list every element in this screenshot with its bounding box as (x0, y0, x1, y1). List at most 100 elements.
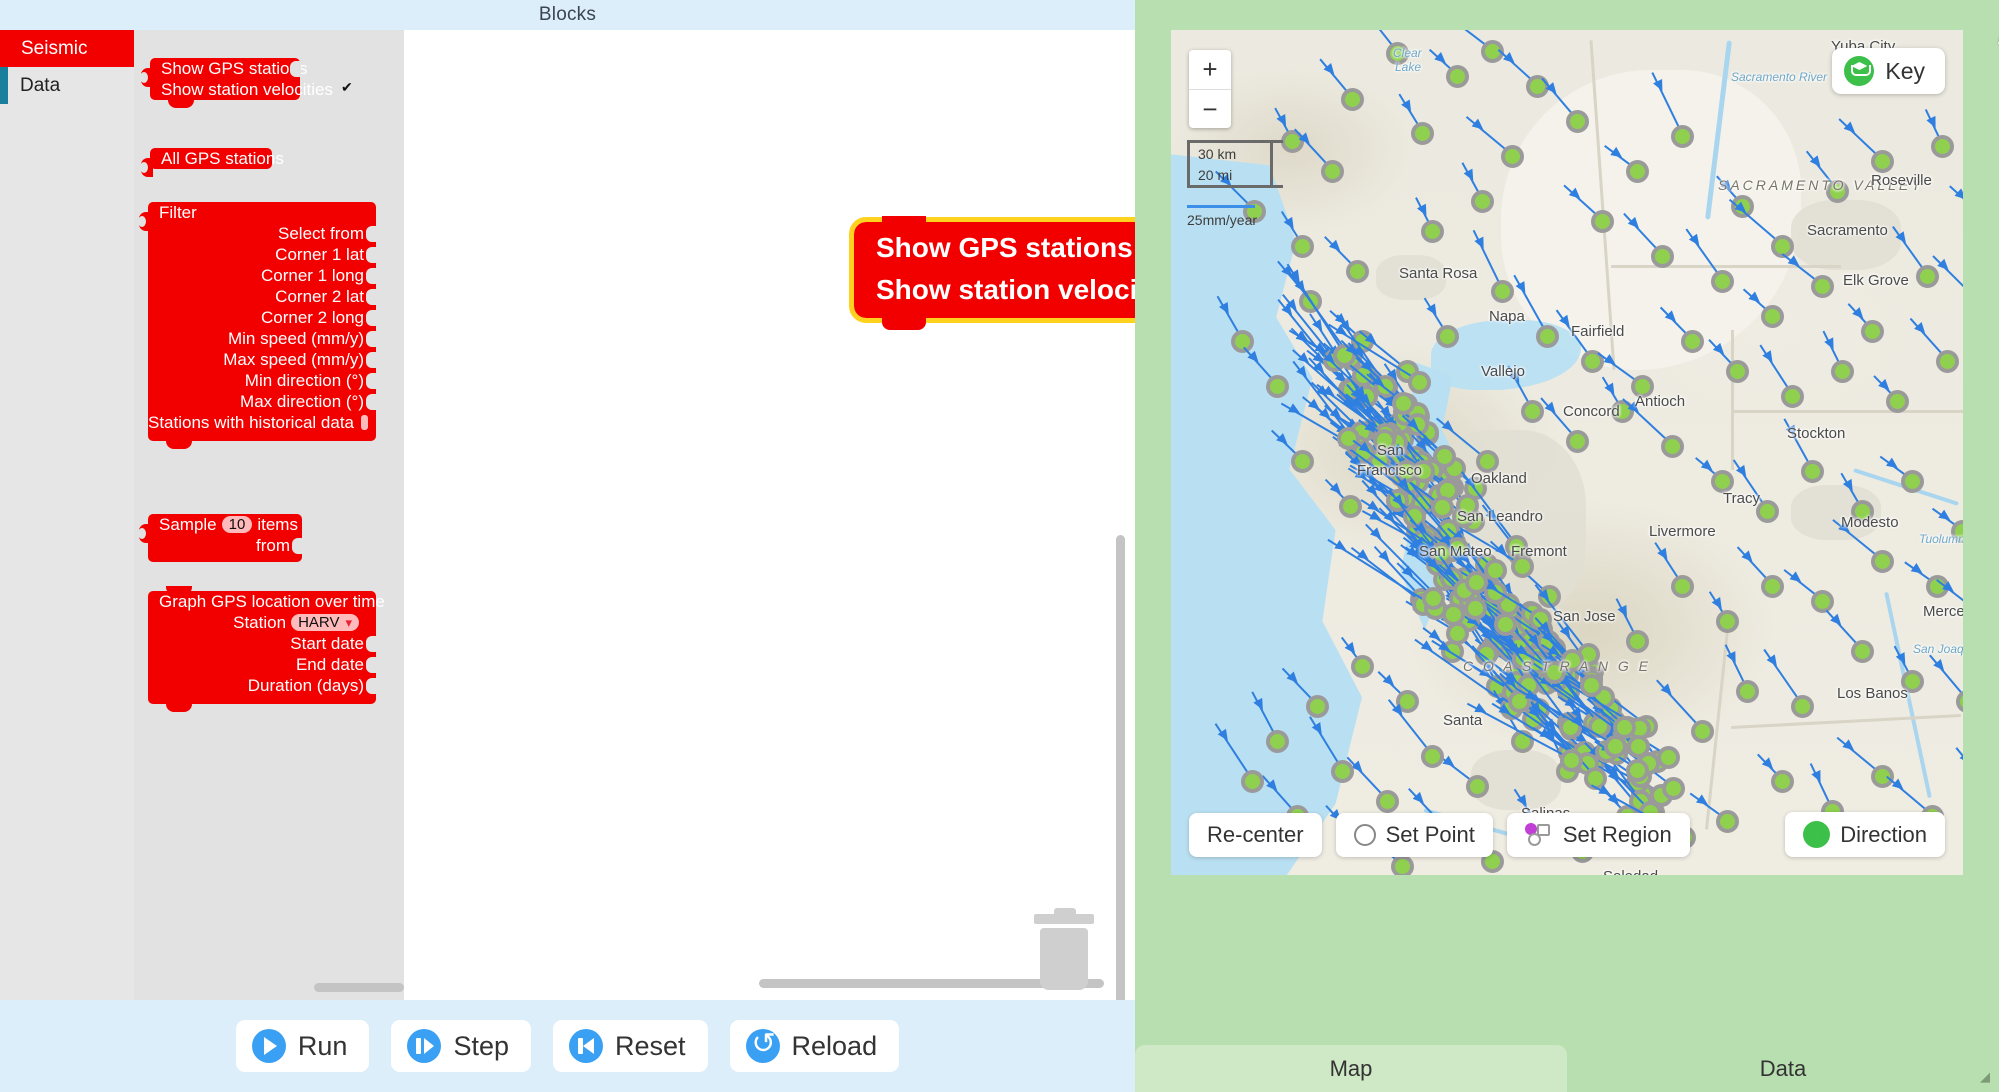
gps-station-marker[interactable] (1851, 640, 1874, 663)
palette-block-graph-gps-location[interactable]: Graph GPS location over time Station HAR… (148, 586, 385, 712)
gps-station-marker[interactable] (1408, 371, 1431, 394)
gps-station-marker[interactable] (1931, 135, 1954, 158)
map-zoom-controls[interactable]: + − (1189, 50, 1231, 128)
resize-grip-icon[interactable]: ◢ (1980, 1070, 1996, 1089)
gps-station-marker[interactable] (1936, 350, 1959, 373)
map-frame[interactable]: Yuba City Clear Lake Sacramento River SACRAM… (1171, 30, 1963, 875)
gps-station-marker[interactable] (1886, 390, 1909, 413)
gps-station-marker[interactable] (1871, 550, 1894, 573)
gps-station-marker[interactable] (1436, 325, 1459, 348)
trash-icon[interactable] (1030, 908, 1098, 994)
map-canvas[interactable]: Yuba City Clear Lake Sacramento River SACRAM… (1171, 30, 1963, 875)
palette-block-all-gps-stations[interactable]: All GPS stations (140, 148, 284, 177)
gps-station-marker[interactable] (1871, 765, 1894, 788)
gps-station-marker[interactable] (1871, 150, 1894, 173)
gps-station-marker[interactable] (1411, 122, 1434, 145)
gps-station-marker[interactable] (1431, 496, 1454, 519)
block-right-socket[interactable] (366, 352, 377, 368)
gps-station-marker[interactable] (1560, 749, 1583, 772)
gps-station-marker[interactable] (1716, 610, 1739, 633)
gps-station-marker[interactable] (1771, 770, 1794, 793)
set-region-button[interactable]: Set Region (1506, 813, 1690, 857)
block-right-socket[interactable] (366, 268, 377, 284)
tab-data[interactable]: Data ◢ (1567, 1045, 1999, 1092)
gps-station-marker[interactable] (1266, 730, 1289, 753)
gps-station-marker[interactable] (1421, 745, 1444, 768)
gps-station-marker[interactable] (1811, 275, 1834, 298)
gps-station-marker[interactable] (1691, 720, 1714, 743)
gps-station-marker[interactable] (1341, 88, 1364, 111)
gps-station-marker[interactable] (1604, 735, 1627, 758)
category-seismic[interactable]: Seismic (0, 30, 134, 67)
map-key-button[interactable]: Key (1832, 48, 1945, 94)
block-right-socket[interactable] (366, 289, 377, 305)
gps-station-marker[interactable] (1626, 160, 1649, 183)
block-right-socket[interactable] (366, 373, 377, 389)
category-data[interactable]: Data (0, 67, 134, 104)
block-right-socket[interactable] (366, 657, 377, 673)
gps-station-marker[interactable] (1726, 360, 1749, 383)
gps-station-marker[interactable] (1471, 190, 1494, 213)
block-right-socket[interactable] (366, 636, 377, 652)
gps-station-marker[interactable] (1781, 385, 1804, 408)
block-right-socket[interactable] (366, 394, 377, 410)
gps-station-marker[interactable] (1391, 855, 1414, 875)
gps-station-marker[interactable] (1861, 320, 1884, 343)
gps-station-marker[interactable] (1526, 75, 1549, 98)
gps-station-marker[interactable] (1491, 280, 1514, 303)
gps-station-marker[interactable] (1494, 613, 1517, 636)
block-right-socket[interactable] (366, 331, 377, 347)
gps-station-marker[interactable] (1421, 220, 1444, 243)
gps-station-marker[interactable] (1811, 590, 1834, 613)
palette-horizontal-scrollbar[interactable] (314, 983, 404, 992)
gps-station-marker[interactable] (1761, 575, 1784, 598)
gps-station-marker[interactable] (1566, 110, 1589, 133)
gps-station-marker[interactable] (1671, 575, 1694, 598)
gps-station-marker[interactable] (1791, 695, 1814, 718)
gps-station-marker[interactable] (1521, 400, 1544, 423)
direction-button[interactable]: Direction (1785, 812, 1945, 857)
palette-filter-historical-checkbox[interactable] (361, 415, 368, 430)
re-center-button[interactable]: Re-center (1189, 813, 1322, 857)
block-palette[interactable]: Show GPS stations Show station velocitie… (134, 30, 404, 1000)
gps-station-marker[interactable] (1671, 125, 1694, 148)
gps-station-marker[interactable] (1831, 360, 1854, 383)
gps-station-marker[interactable] (1627, 735, 1650, 758)
gps-station-marker[interactable] (1626, 759, 1649, 782)
gps-station-marker[interactable] (1266, 375, 1289, 398)
set-point-button[interactable]: Set Point (1335, 813, 1493, 857)
gps-station-marker[interactable] (1716, 810, 1739, 833)
gps-station-marker[interactable] (1351, 655, 1374, 678)
gps-station-marker[interactable] (1801, 460, 1824, 483)
gps-station-marker[interactable] (1566, 430, 1589, 453)
palette-graph-station-dropdown[interactable]: HARV (291, 614, 359, 631)
gps-station-marker[interactable] (1761, 305, 1784, 328)
gps-station-marker[interactable] (1291, 235, 1314, 258)
block-right-socket[interactable] (366, 226, 377, 242)
gps-station-marker[interactable] (1392, 392, 1415, 415)
gps-station-marker[interactable] (1536, 325, 1559, 348)
gps-station-marker[interactable] (1901, 470, 1924, 493)
zoom-in-button[interactable]: + (1189, 50, 1231, 90)
workspace-block-show-gps-stations[interactable]: Show GPS stations Show station velocitie… (849, 216, 1135, 330)
palette-block-sample[interactable]: Sample 10 items from (138, 514, 303, 562)
gps-station-marker[interactable] (1446, 65, 1469, 88)
gps-station-marker[interactable] (1916, 265, 1939, 288)
block-right-socket[interactable] (290, 61, 301, 77)
gps-station-marker[interactable] (1651, 245, 1674, 268)
gps-station-marker[interactable] (1241, 770, 1264, 793)
gps-station-marker[interactable] (1466, 775, 1489, 798)
gps-station-marker[interactable] (1339, 495, 1362, 518)
gps-station-marker[interactable] (1321, 160, 1344, 183)
gps-station-marker[interactable] (1591, 210, 1614, 233)
gps-station-marker[interactable] (1736, 680, 1759, 703)
gps-station-marker[interactable] (1681, 330, 1704, 353)
gps-station-marker[interactable] (1291, 450, 1314, 473)
palette-block-show-gps-stations[interactable]: Show GPS stations Show station velocitie… (140, 58, 353, 108)
gps-station-marker[interactable] (1231, 330, 1254, 353)
block-workspace[interactable]: Show GPS stations Show station velocitie… (404, 30, 1135, 1000)
gps-station-marker[interactable] (1657, 746, 1680, 769)
workspace-vertical-scrollbar[interactable] (1116, 535, 1125, 1000)
gps-station-marker[interactable] (1711, 270, 1734, 293)
reload-button[interactable]: Reload (729, 1020, 900, 1072)
